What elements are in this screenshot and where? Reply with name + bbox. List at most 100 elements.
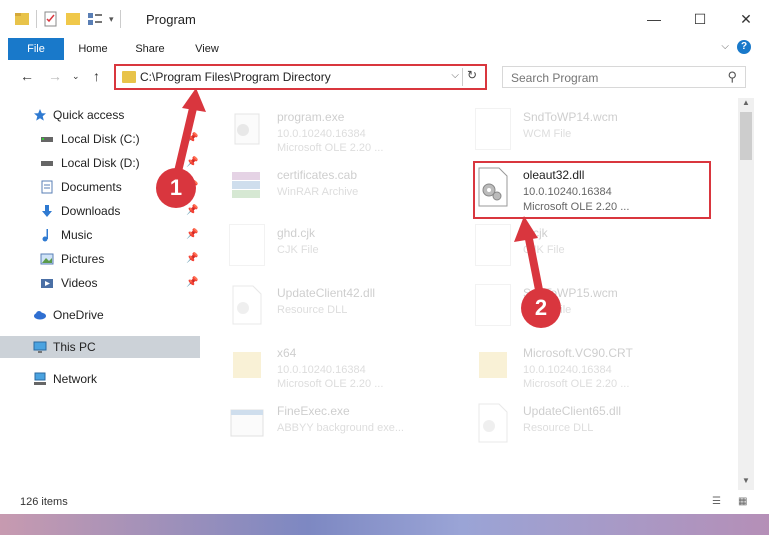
file-name: UpdateClient65.dll bbox=[523, 404, 622, 418]
sidebar-item-this-pc[interactable]: This PC bbox=[0, 336, 200, 358]
file-detail: CJK File bbox=[277, 244, 319, 256]
customize-toolbar-dropdown-icon[interactable]: ▾ bbox=[109, 14, 114, 25]
sidebar-item-network[interactable]: Network bbox=[0, 368, 200, 390]
toolbar-divider bbox=[119, 10, 121, 28]
generic-file-icon bbox=[475, 224, 511, 266]
file-name: UpdateClient42.dll bbox=[277, 286, 376, 300]
sidebar-item-label: Local Disk (C:) bbox=[61, 132, 140, 146]
file-item-program-exe[interactable]: program.exe 10.0.10240.16384 Microsoft O… bbox=[229, 106, 469, 156]
vertical-scrollbar[interactable]: ▲ ▼ bbox=[738, 98, 754, 490]
dll-file-icon bbox=[232, 285, 262, 325]
highlight-box-file bbox=[473, 161, 711, 219]
network-icon bbox=[34, 372, 46, 385]
exe-file-icon bbox=[230, 409, 264, 437]
file-name: SndToWP14.wcm bbox=[523, 110, 618, 124]
sidebar-item-onedrive[interactable]: OneDrive bbox=[0, 304, 200, 326]
tab-file[interactable]: File bbox=[8, 38, 64, 60]
sidebar-item-music[interactable]: Music 📌 bbox=[0, 224, 200, 246]
scrollbar-thumb[interactable] bbox=[740, 112, 752, 160]
ribbon-tabs: File Home Share View ⌵ ? bbox=[0, 38, 769, 60]
file-item-ghd-cjk[interactable]: ghd.cjk CJK File bbox=[229, 222, 469, 272]
file-item-sndtowp15[interactable]: SndToWP15.wcm WCM File bbox=[475, 282, 715, 332]
expand-ribbon-icon[interactable]: ⌵ bbox=[721, 41, 729, 52]
tab-share[interactable]: Share bbox=[124, 38, 176, 60]
generic-file-icon bbox=[475, 284, 511, 326]
sidebar-item-pictures[interactable]: Pictures 📌 bbox=[0, 248, 200, 270]
sidebar-item-local-disk-c[interactable]: Local Disk (C:) 📌 bbox=[0, 128, 200, 150]
file-item-fineexec[interactable]: FineExec.exe ABBYY background exe... bbox=[229, 400, 469, 450]
file-detail: CJK File bbox=[523, 244, 565, 256]
details-view-icon[interactable]: ☰ bbox=[712, 496, 724, 508]
generic-file-icon bbox=[475, 108, 511, 150]
search-icon[interactable]: ⚲ bbox=[727, 69, 737, 85]
window-title: Program bbox=[146, 12, 196, 27]
new-folder-icon[interactable] bbox=[65, 11, 81, 27]
back-arrow-icon[interactable]: ← bbox=[20, 68, 34, 84]
documents-icon bbox=[41, 180, 53, 194]
desktop-background-strip bbox=[0, 514, 769, 535]
file-name: certificates.cab bbox=[277, 168, 358, 182]
file-item-b-cjk[interactable]: b.cjk CJK File bbox=[475, 222, 715, 272]
file-detail: Resource DLL bbox=[523, 422, 594, 434]
file-detail: Microsoft OLE 2.20 ... bbox=[277, 378, 384, 390]
up-arrow-icon[interactable]: ↑ bbox=[93, 68, 100, 84]
sidebar-item-label: This PC bbox=[53, 340, 96, 354]
folder-icon bbox=[233, 352, 261, 378]
sidebar-item-label: Quick access bbox=[53, 108, 125, 122]
tab-home[interactable]: Home bbox=[68, 38, 118, 60]
file-item-sndtowp14[interactable]: SndToWP14.wcm WCM File bbox=[475, 106, 715, 156]
pin-icon: 📌 bbox=[186, 229, 199, 240]
highlight-box-address bbox=[114, 64, 487, 90]
dll-file-icon bbox=[478, 403, 508, 443]
search-box[interactable]: ⚲ bbox=[502, 66, 746, 88]
pin-icon: 📌 bbox=[186, 277, 199, 288]
star-icon bbox=[34, 109, 46, 121]
music-icon bbox=[42, 229, 48, 242]
sidebar-item-label: Pictures bbox=[61, 252, 105, 266]
file-item-microsoft-vc90-crt[interactable]: Microsoft.VC90.CRT 10.0.10240.16384 Micr… bbox=[475, 342, 715, 392]
search-input[interactable] bbox=[509, 68, 723, 88]
file-name: Microsoft.VC90.CRT bbox=[523, 346, 633, 360]
callout-badge-2: 2 bbox=[521, 288, 561, 328]
sidebar-item-label: Downloads bbox=[61, 204, 121, 218]
item-count: 126 items bbox=[20, 496, 68, 508]
file-detail: Microsoft OLE 2.20 ... bbox=[277, 142, 384, 154]
sidebar-item-videos[interactable]: Videos 📌 bbox=[0, 272, 200, 294]
quick-access-toolbar: ▾ bbox=[14, 10, 121, 28]
view-options-icon[interactable] bbox=[87, 11, 103, 27]
file-detail: Microsoft OLE 2.20 ... bbox=[523, 378, 630, 390]
sidebar-item-label: Documents bbox=[61, 180, 122, 194]
properties-icon[interactable] bbox=[43, 11, 59, 27]
downloads-icon bbox=[42, 205, 52, 217]
file-item-certificates-cab[interactable]: certificates.cab WinRAR Archive bbox=[229, 164, 469, 214]
file-detail: ABBYY background exe... bbox=[277, 422, 404, 434]
status-bar: 126 items ☰ ▦ bbox=[0, 490, 769, 514]
close-button[interactable]: ✕ bbox=[723, 0, 769, 38]
sidebar-item-label: Music bbox=[61, 228, 93, 242]
scroll-up-icon[interactable]: ▲ bbox=[738, 98, 754, 112]
file-item-x64[interactable]: x64 10.0.10240.16384 Microsoft OLE 2.20 … bbox=[229, 342, 469, 392]
recent-locations-icon[interactable]: ⌄ bbox=[72, 71, 80, 82]
generic-file-icon bbox=[229, 224, 265, 266]
window-controls: — ☐ ✕ bbox=[631, 0, 769, 38]
file-item-updateclient65[interactable]: UpdateClient65.dll Resource DLL bbox=[475, 400, 715, 450]
file-item-updateclient42[interactable]: UpdateClient42.dll Resource DLL bbox=[229, 282, 469, 332]
drive-icon bbox=[41, 161, 53, 166]
pin-icon: 📌 bbox=[186, 157, 199, 168]
forward-arrow-icon[interactable]: → bbox=[48, 68, 62, 84]
minimize-button[interactable]: — bbox=[631, 0, 677, 38]
folder-icon[interactable] bbox=[14, 11, 30, 27]
file-list: program.exe 10.0.10240.16384 Microsoft O… bbox=[205, 98, 738, 490]
navigation-pane: Quick access Local Disk (C:) 📌 Local Dis… bbox=[0, 98, 205, 490]
scroll-down-icon[interactable]: ▼ bbox=[738, 476, 754, 490]
sidebar-item-quick-access[interactable]: Quick access bbox=[0, 104, 200, 126]
file-explorer-window: ▾ Program — ☐ ✕ File Home Share View ⌵ ?… bbox=[0, 0, 769, 535]
large-icons-view-icon[interactable]: ▦ bbox=[738, 496, 750, 508]
maximize-button[interactable]: ☐ bbox=[677, 0, 723, 38]
sidebar-item-label: Network bbox=[53, 372, 98, 386]
pc-icon bbox=[33, 341, 47, 353]
sidebar-item-label: OneDrive bbox=[53, 308, 104, 322]
tab-view[interactable]: View bbox=[182, 38, 232, 60]
file-detail: 10.0.10240.16384 bbox=[277, 364, 366, 376]
help-icon[interactable]: ? bbox=[737, 40, 751, 54]
